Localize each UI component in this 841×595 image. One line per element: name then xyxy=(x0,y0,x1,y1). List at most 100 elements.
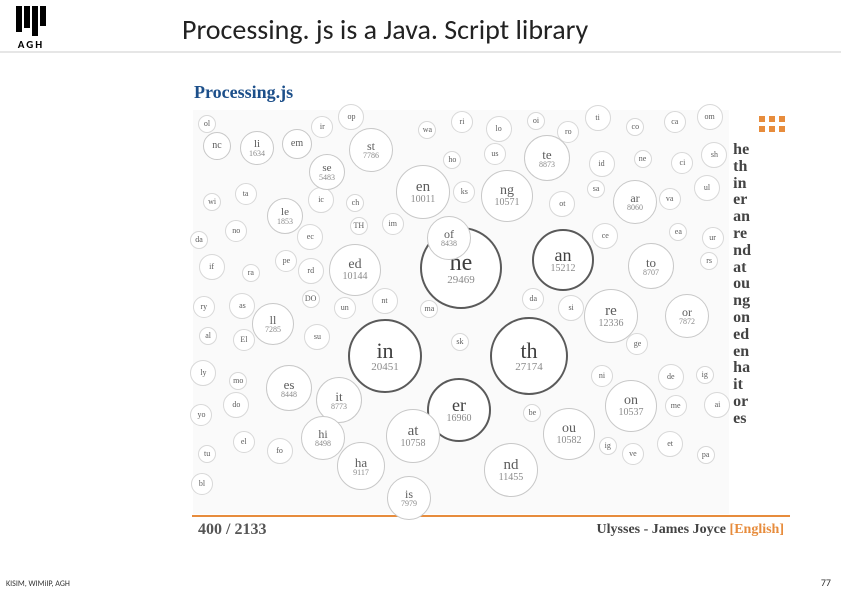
bigram-count: 11455 xyxy=(499,473,524,483)
bigram-bubble-small: pe xyxy=(275,250,297,272)
agh-logo: AGH xyxy=(16,6,46,51)
bigram-bubble: at10758 xyxy=(386,409,440,463)
bigram-bubble: th27174 xyxy=(490,317,568,395)
bigram-count: 29469 xyxy=(447,275,475,286)
bigram-count: 10582 xyxy=(557,436,582,446)
bigram-bubble-small: el xyxy=(233,431,255,453)
bigram-bubble-small: if xyxy=(199,254,225,280)
bigram-count: 10571 xyxy=(495,198,520,208)
bigram-label: re xyxy=(605,304,617,319)
bigram-count: 12336 xyxy=(599,319,624,329)
bigram-bubble: is7979 xyxy=(387,476,431,520)
sidebar-bigram: ha xyxy=(733,360,785,377)
bubble-chart: oliropwarilooiroticocaomhousidnecishwita… xyxy=(193,110,729,514)
bigram-bubble: en10011 xyxy=(396,165,450,219)
bigram-label: nd xyxy=(504,458,519,473)
bigram-bubble: se5483 xyxy=(309,154,345,190)
bigram-bubble: nc xyxy=(203,132,231,160)
sidebar-bigram: ed xyxy=(733,327,785,344)
bigram-bubble-small: ti xyxy=(585,105,611,131)
bigram-label: to xyxy=(646,256,656,269)
bigram-count: 1853 xyxy=(277,218,293,226)
bigram-bubble-small: un xyxy=(334,297,356,319)
bigram-bubble-small: ge xyxy=(626,333,648,355)
bigram-bubble-small: ec xyxy=(297,224,323,250)
sidebar-bigram: in xyxy=(733,176,785,193)
bigram-bubble-small: da xyxy=(522,288,544,310)
bigram-count: 8773 xyxy=(331,403,347,411)
bigram-bubble-small: ig xyxy=(696,366,714,384)
bigram-bubble-small: as xyxy=(229,293,255,319)
sidebar-bigram: at xyxy=(733,260,785,277)
bigram-bubble-small: nt xyxy=(372,288,398,314)
bigram-bubble-small: im xyxy=(382,213,404,235)
bigram-bubble: ou10582 xyxy=(543,408,595,460)
bigram-bubble-small: op xyxy=(338,104,364,130)
bigram-bubble-small: de xyxy=(658,364,684,390)
bigram-bubble: te8873 xyxy=(524,135,570,181)
bigram-count: 15212 xyxy=(551,264,576,274)
bigram-bubble-small: lo xyxy=(486,116,512,142)
sidebar-bigram: er xyxy=(733,192,785,209)
bigram-bubble-small: om xyxy=(697,104,723,130)
bigram-bubble-small: ce xyxy=(592,223,618,249)
bigram-count: 27174 xyxy=(515,362,543,373)
logo-bars-icon xyxy=(16,6,46,36)
bigram-bubble-small: ri xyxy=(451,111,473,133)
bigram-bubble-small: oi xyxy=(527,112,545,130)
sidebar-bigram: on xyxy=(733,310,785,327)
sidebar-bigram: or xyxy=(733,394,785,411)
bigram-bubble: ed10144 xyxy=(329,244,381,296)
bigram-bubble: le1853 xyxy=(267,198,303,234)
bigram-bubble: ll7285 xyxy=(252,303,294,345)
sidebar-bigram: an xyxy=(733,209,785,226)
bigram-bubble-small: da xyxy=(190,231,208,249)
bigram-count: 8498 xyxy=(315,440,331,448)
bigram-bubble-small: yo xyxy=(190,404,212,426)
footer-affiliation: KISIM, WIMiIP, AGH xyxy=(6,579,70,589)
bigram-count: 10144 xyxy=(343,272,368,282)
sidebar-bigram: re xyxy=(733,226,785,243)
bigram-bubble-small: TH xyxy=(350,217,368,235)
bigram-bubble-small: no xyxy=(225,220,247,242)
bigram-bubble: ar8060 xyxy=(613,180,657,224)
bigram-sidebar: hethineranrendatoungonedenhaitores xyxy=(729,110,789,514)
bigram-bubble: ng10571 xyxy=(481,170,533,222)
bigram-bubble-small: sa xyxy=(587,180,605,198)
bigram-bubble-small: ra xyxy=(242,264,260,282)
bigram-bubble-small: ma xyxy=(420,300,438,318)
bigram-bubble-small: ni xyxy=(591,365,613,387)
bigram-bubble: li1634 xyxy=(240,131,274,165)
bigram-label: ou xyxy=(562,422,576,436)
bigram-bubble: ha9117 xyxy=(337,442,385,490)
bigram-bubble-small: va xyxy=(659,188,681,210)
bigram-bubble-small: ne xyxy=(634,150,652,168)
bigram-bubble: of8438 xyxy=(427,216,471,260)
bigram-label: ha xyxy=(355,456,367,469)
bigram-bubble-small: sk xyxy=(451,333,469,351)
bigram-count: 9117 xyxy=(353,469,369,477)
figure-title: Processing.js xyxy=(194,82,790,103)
bigram-bubble-small: rs xyxy=(700,252,718,270)
status-bar: 400 / 2133 Ulysses - James Joyce [Englis… xyxy=(192,515,790,539)
bigram-bubble-small: su xyxy=(304,324,330,350)
bigram-label: es xyxy=(284,378,295,391)
bigram-bubble-small: us xyxy=(484,143,506,165)
bigram-bubble-small: si xyxy=(558,295,584,321)
bigram-bubble-small: mo xyxy=(229,372,247,390)
bigram-count: 8438 xyxy=(441,240,457,248)
bigram-count: 20451 xyxy=(371,362,399,373)
bigram-count: 7979 xyxy=(401,500,417,508)
bigram-bubble: es8448 xyxy=(266,365,312,411)
bigram-bubble: re12336 xyxy=(584,289,638,343)
sidebar-bigram: th xyxy=(733,159,785,176)
bigram-bubble-small: wi xyxy=(203,193,221,211)
bigram-bubble-small: ly xyxy=(190,360,216,386)
source-label: Ulysses - James Joyce [English] xyxy=(597,522,784,538)
bigram-bubble-small: ai xyxy=(704,392,730,418)
bigram-bubble-small: et xyxy=(657,431,683,457)
bigram-count: 16960 xyxy=(447,414,472,424)
bigram-bubble: on10537 xyxy=(605,380,657,432)
bigram-bubble: an15212 xyxy=(532,229,594,291)
bigram-label: on xyxy=(624,394,638,408)
